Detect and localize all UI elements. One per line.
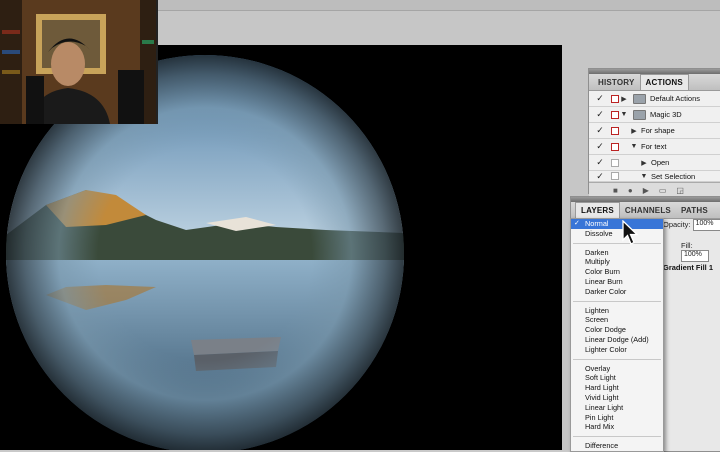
actions-panel-tabbar: HISTORY ACTIONS (589, 74, 720, 91)
checkmark-icon[interactable]: ✓ (595, 141, 605, 152)
layers-panel-tabbar: LAYERS CHANNELS PATHS (571, 202, 720, 219)
blend-mode-dropdown-menu[interactable]: Normal Dissolve Darken Multiply Color Bu… (570, 218, 664, 452)
collapse-triangle-icon[interactable]: ▼ (619, 111, 629, 118)
checkmark-icon[interactable]: ✓ (595, 157, 605, 168)
record-icon[interactable]: ● (628, 186, 633, 195)
blend-mode-hard-light[interactable]: Hard Light (571, 383, 663, 393)
blend-mode-color-burn[interactable]: Color Burn (571, 267, 663, 277)
blend-mode-lighter-color[interactable]: Lighter Color (571, 345, 663, 355)
stop-icon[interactable]: ■ (613, 186, 618, 195)
blend-mode-linear-dodge[interactable]: Linear Dodge (Add) (571, 335, 663, 345)
arrow-cursor-icon (622, 219, 640, 251)
action-row-label: For text (641, 142, 667, 151)
blend-mode-soft-light[interactable]: Soft Light (571, 373, 663, 383)
new-action-icon[interactable]: ◲ (676, 186, 684, 195)
blend-mode-normal[interactable]: Normal (571, 219, 663, 229)
checkmark-icon[interactable]: ✓ (595, 93, 605, 104)
blend-mode-lighten[interactable]: Lighten (571, 306, 663, 316)
action-row-for-text[interactable]: ✓ ▼ For text (589, 139, 720, 155)
action-row-label: Open (651, 158, 670, 167)
tab-layers[interactable]: LAYERS (575, 202, 620, 218)
action-row-default-actions[interactable]: ✓ ▶ Default Actions (589, 91, 720, 107)
action-set-folder-icon (633, 109, 646, 120)
collapse-triangle-icon[interactable]: ▼ (639, 173, 649, 180)
blend-mode-vivid-light[interactable]: Vivid Light (571, 393, 663, 403)
tab-actions[interactable]: ACTIONS (639, 74, 689, 90)
blend-mode-dissolve[interactable]: Dissolve (571, 229, 663, 239)
fill-input[interactable]: 100% (681, 250, 709, 262)
dialog-toggle-icon[interactable] (611, 158, 619, 167)
actions-panel: HISTORY ACTIONS ✓ ▶ Default Actions ✓ ▼ … (588, 68, 720, 197)
blend-mode-screen[interactable]: Screen (571, 315, 663, 325)
expand-triangle-icon[interactable]: ▶ (629, 127, 639, 135)
action-row-label: Default Actions (650, 94, 701, 103)
blend-mode-linear-burn[interactable]: Linear Burn (571, 277, 663, 287)
new-set-icon[interactable]: ▭ (659, 186, 667, 195)
action-row-label: For shape (641, 126, 675, 135)
checkmark-icon[interactable]: ✓ (595, 109, 605, 120)
blend-mode-darker-color[interactable]: Darker Color (571, 287, 663, 297)
tab-history[interactable]: HISTORY (593, 75, 640, 90)
checkmark-icon[interactable]: ✓ (595, 125, 605, 136)
webcam-presenter-video (0, 0, 158, 124)
fill-label: Fill: (681, 241, 693, 250)
tab-paths[interactable]: PATHS (676, 203, 713, 218)
blend-mode-multiply[interactable]: Multiply (571, 257, 663, 267)
blend-mode-overlay[interactable]: Overlay (571, 364, 663, 374)
blend-mode-difference[interactable]: Difference (571, 441, 663, 451)
action-row-open[interactable]: ✓ ▶ Open (589, 155, 720, 171)
action-row-magic-3d[interactable]: ✓ ▼ Magic 3D (589, 107, 720, 123)
dialog-toggle-icon[interactable] (611, 94, 619, 103)
tab-channels[interactable]: CHANNELS (620, 203, 676, 218)
checkmark-icon[interactable]: ✓ (595, 171, 605, 181)
dialog-toggle-icon[interactable] (611, 142, 619, 151)
layer-name-gradient-fill[interactable]: Gradient Fill 1 (663, 263, 713, 272)
action-row-set-selection[interactable]: ✓ ▼ Set Selection (589, 171, 720, 182)
dialog-toggle-icon[interactable] (611, 110, 619, 119)
actions-list: ✓ ▶ Default Actions ✓ ▼ Magic 3D ✓ ▶ For… (589, 91, 720, 182)
blend-mode-pin-light[interactable]: Pin Light (571, 413, 663, 423)
expand-triangle-icon[interactable]: ▶ (639, 159, 649, 167)
dialog-toggle-icon[interactable] (611, 126, 619, 135)
collapse-triangle-icon[interactable]: ▼ (629, 143, 639, 150)
expand-triangle-icon[interactable]: ▶ (619, 95, 629, 103)
menu-separator (573, 358, 661, 360)
document-title-strip (155, 0, 720, 11)
blend-mode-color-dodge[interactable]: Color Dodge (571, 325, 663, 335)
opacity-input[interactable]: 100% (692, 219, 720, 231)
action-set-folder-icon (633, 93, 646, 104)
blend-mode-linear-light[interactable]: Linear Light (571, 403, 663, 413)
menu-separator (573, 242, 661, 244)
blend-mode-hard-mix[interactable]: Hard Mix (571, 422, 663, 432)
action-row-label: Magic 3D (650, 110, 682, 119)
menu-separator (573, 300, 661, 302)
opacity-control: Opacity: 100% (663, 219, 720, 231)
play-icon[interactable]: ▶ (643, 186, 649, 195)
actions-panel-footer: ■ ● ▶ ▭ ◲ (589, 182, 720, 197)
fill-control: Fill: 100% (681, 241, 720, 262)
opacity-label: Opacity: (663, 219, 691, 229)
dialog-toggle-icon[interactable] (611, 172, 619, 180)
blend-mode-darken[interactable]: Darken (571, 248, 663, 258)
menu-separator (573, 436, 661, 438)
action-row-label: Set Selection (651, 171, 696, 181)
action-row-for-shape[interactable]: ✓ ▶ For shape (589, 123, 720, 139)
